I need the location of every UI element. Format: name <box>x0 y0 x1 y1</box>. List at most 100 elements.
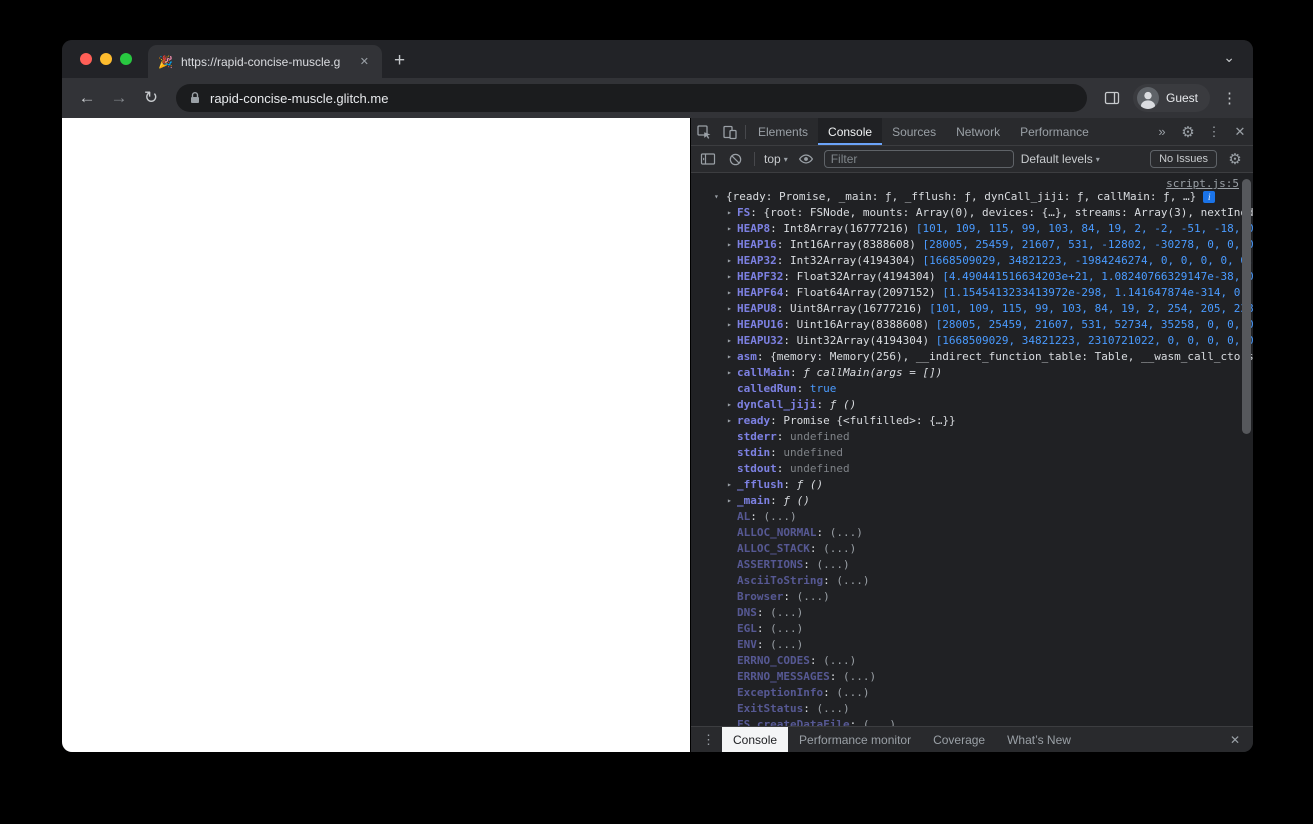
getter-invoke[interactable]: (...) <box>843 670 876 683</box>
console-property-row[interactable]: DNS: (...) <box>691 605 1253 621</box>
live-expression-eye-icon[interactable] <box>795 151 817 167</box>
getter-invoke[interactable]: (...) <box>823 542 856 555</box>
console-property-row[interactable]: ENV: (...) <box>691 637 1253 653</box>
drawer-close-icon[interactable]: ✕ <box>1221 727 1249 752</box>
console-scrollbar[interactable] <box>1242 179 1251 434</box>
expand-triangle-icon[interactable]: ▸ <box>727 333 739 349</box>
console-property-row[interactable]: ▸ asm: {memory: Memory(256), __indirect_f… <box>691 349 1253 365</box>
expand-triangle-icon[interactable]: ▸ <box>727 269 739 285</box>
devtools-tab-performance[interactable]: Performance <box>1010 118 1099 145</box>
drawer-tab-performance-monitor[interactable]: Performance monitor <box>788 727 922 752</box>
devtools-tab-elements[interactable]: Elements <box>748 118 818 145</box>
console-property-row[interactable]: ▸ callMain: ƒ callMain(args = []) <box>691 365 1253 381</box>
console-property-row[interactable]: FS_createDataFile: (...) <box>691 717 1253 726</box>
browser-menu-icon[interactable]: ⋮ <box>1216 89 1243 107</box>
drawer-menu-icon[interactable]: ⋮ <box>695 727 722 752</box>
reload-button[interactable]: ↻ <box>136 83 166 113</box>
console-property-row[interactable]: ▸ dynCall_jiji: ƒ () <box>691 397 1253 413</box>
expand-triangle-icon[interactable]: ▸ <box>727 285 739 301</box>
source-link[interactable]: script.js:5 <box>1166 177 1239 190</box>
console-property-row[interactable]: ASSERTIONS: (...) <box>691 557 1253 573</box>
console-property-row[interactable]: ▸ HEAP8: Int8Array(16777216) [101, 109, 1… <box>691 221 1253 237</box>
back-button[interactable]: ← <box>72 83 102 113</box>
getter-invoke[interactable]: (...) <box>770 606 803 619</box>
console-property-row[interactable]: ▸ HEAPF64: Float64Array(2097152) [1.15454… <box>691 285 1253 301</box>
collapse-triangle-icon[interactable]: ▾ <box>714 189 726 205</box>
getter-invoke[interactable]: (...) <box>816 558 849 571</box>
console-property-row[interactable]: ExitStatus: (...) <box>691 701 1253 717</box>
console-settings-gear-icon[interactable]: ⚙ <box>1224 150 1246 168</box>
drawer-tab-console[interactable]: Console <box>722 727 789 752</box>
console-property-row[interactable]: ▸ FS: {root: FSNode, mounts: Array(0), de… <box>691 205 1253 221</box>
clear-console-icon[interactable] <box>725 152 745 167</box>
console-property-row[interactable]: ▸ ready: Promise {<fulfilled>: {…}} <box>691 413 1253 429</box>
page-viewport[interactable] <box>62 118 690 752</box>
issues-counter[interactable]: No Issues <box>1150 150 1217 168</box>
console-property-row[interactable]: calledRun: true <box>691 381 1253 397</box>
getter-invoke[interactable]: (...) <box>816 702 849 715</box>
fullscreen-window-button[interactable] <box>120 53 132 65</box>
console-property-row[interactable]: Browser: (...) <box>691 589 1253 605</box>
drawer-tab-what-s-new[interactable]: What’s New <box>996 727 1082 752</box>
tab-overflow-icon[interactable]: ⌄ <box>1223 49 1253 78</box>
console-property-row[interactable]: ▸ HEAPU8: Uint8Array(16777216) [101, 109,… <box>691 301 1253 317</box>
getter-invoke[interactable]: (...) <box>797 590 830 603</box>
expand-triangle-icon[interactable]: ▸ <box>727 397 739 413</box>
drawer-tab-coverage[interactable]: Coverage <box>922 727 996 752</box>
minimize-window-button[interactable] <box>100 53 112 65</box>
console-property-row[interactable]: ▸ HEAPF32: Float32Array(4194304) [4.49044… <box>691 269 1253 285</box>
console-property-row[interactable]: ▸ _fflush: ƒ () <box>691 477 1253 493</box>
tab-close-icon[interactable]: ✕ <box>357 53 372 70</box>
expand-triangle-icon[interactable]: ▸ <box>727 317 739 333</box>
devtools-tab-network[interactable]: Network <box>946 118 1010 145</box>
log-levels-selector[interactable]: Default levels ▾ <box>1021 152 1100 166</box>
console-property-row[interactable]: AsciiToString: (...) <box>691 573 1253 589</box>
console-property-row[interactable]: ▸ HEAPU32: Uint32Array(4194304) [16685090… <box>691 333 1253 349</box>
console-property-row[interactable]: stdin: undefined <box>691 445 1253 461</box>
expand-triangle-icon[interactable]: ▸ <box>727 365 739 381</box>
getter-invoke[interactable]: (...) <box>764 510 797 523</box>
devtools-tab-sources[interactable]: Sources <box>882 118 946 145</box>
getter-invoke[interactable]: (...) <box>836 686 869 699</box>
getter-invoke[interactable]: (...) <box>770 638 803 651</box>
info-badge-icon[interactable]: i <box>1203 191 1216 203</box>
getter-invoke[interactable]: (...) <box>770 622 803 635</box>
console-property-row[interactable]: ALLOC_NORMAL: (...) <box>691 525 1253 541</box>
console-property-row[interactable]: ▸ HEAP16: Int16Array(8388608) [28005, 254… <box>691 237 1253 253</box>
more-tabs-icon[interactable]: » <box>1149 118 1175 145</box>
console-property-row[interactable]: ALLOC_STACK: (...) <box>691 541 1253 557</box>
close-window-button[interactable] <box>80 53 92 65</box>
getter-invoke[interactable]: (...) <box>836 574 869 587</box>
expand-triangle-icon[interactable]: ▸ <box>727 413 739 429</box>
console-property-row[interactable]: AL: (...) <box>691 509 1253 525</box>
address-bar[interactable]: rapid-concise-muscle.glitch.me <box>176 84 1087 112</box>
expand-triangle-icon[interactable]: ▸ <box>727 221 739 237</box>
getter-invoke[interactable]: (...) <box>830 526 863 539</box>
expand-triangle-icon[interactable]: ▸ <box>727 349 739 365</box>
expand-triangle-icon[interactable]: ▸ <box>727 205 739 221</box>
getter-invoke[interactable]: (...) <box>823 654 856 667</box>
console-property-row[interactable]: EGL: (...) <box>691 621 1253 637</box>
devtools-close-icon[interactable]: ✕ <box>1227 118 1253 145</box>
expand-triangle-icon[interactable]: ▸ <box>727 237 739 253</box>
devtools-tab-console[interactable]: Console <box>818 118 883 145</box>
settings-gear-icon[interactable]: ⚙ <box>1175 118 1201 145</box>
console-property-row[interactable]: ERRNO_MESSAGES: (...) <box>691 669 1253 685</box>
expand-triangle-icon[interactable]: ▸ <box>727 493 739 509</box>
logged-object-preview[interactable]: ▾ {ready: Promise, _main: ƒ, _fflush: ƒ,… <box>691 189 1253 205</box>
console-property-row[interactable]: ERRNO_CODES: (...) <box>691 653 1253 669</box>
new-tab-button[interactable]: + <box>382 51 415 78</box>
console-property-row[interactable]: stderr: undefined <box>691 429 1253 445</box>
side-panel-icon[interactable] <box>1097 83 1127 113</box>
device-toolbar-icon[interactable] <box>717 118 743 145</box>
console-property-row[interactable]: ▸ _main: ƒ () <box>691 493 1253 509</box>
forward-button[interactable]: → <box>104 83 134 113</box>
console-sidebar-icon[interactable] <box>698 151 718 167</box>
expand-triangle-icon[interactable]: ▸ <box>727 301 739 317</box>
expand-triangle-icon[interactable]: ▸ <box>727 253 739 269</box>
console-property-row[interactable]: ▸ HEAPU16: Uint16Array(8388608) [28005, 2… <box>691 317 1253 333</box>
console-property-row[interactable]: ▸ HEAP32: Int32Array(4194304) [1668509029… <box>691 253 1253 269</box>
context-selector[interactable]: top ▾ <box>764 152 788 166</box>
expand-triangle-icon[interactable]: ▸ <box>727 477 739 493</box>
profile-button[interactable]: Guest <box>1132 84 1210 112</box>
